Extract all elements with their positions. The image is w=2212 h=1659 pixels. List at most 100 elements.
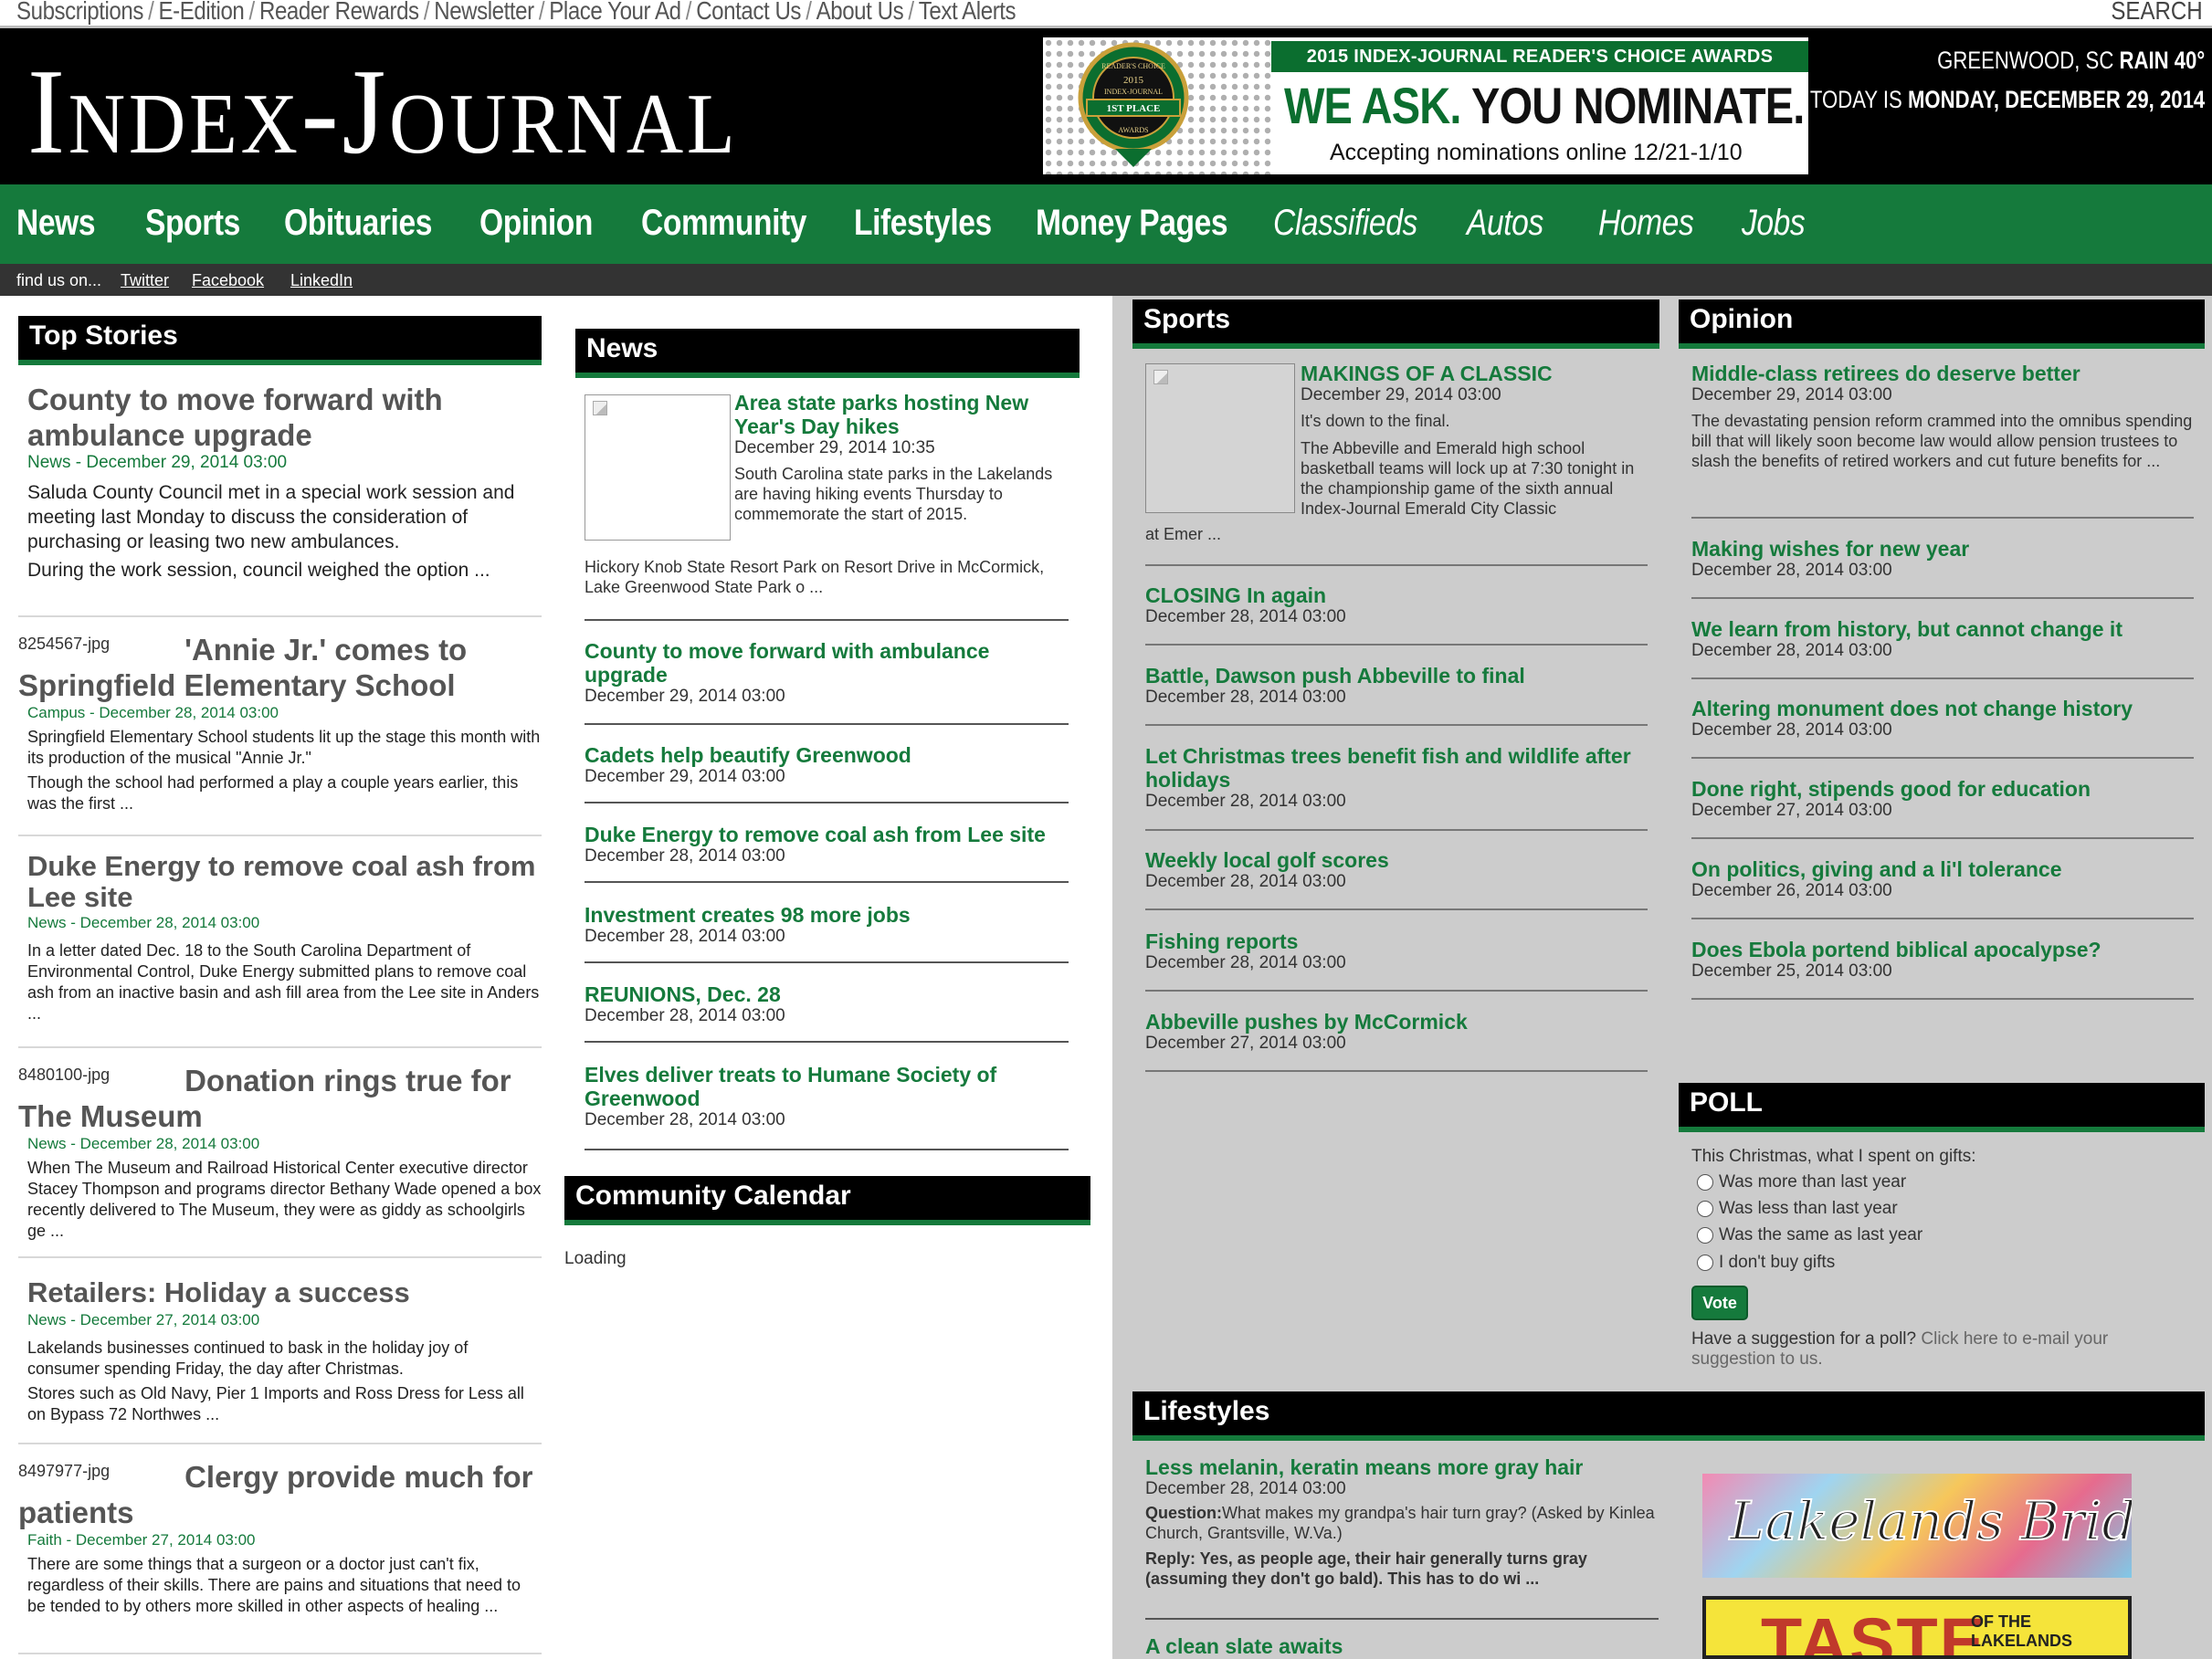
opinion-item-title[interactable]: Done right, stipends good for education — [1691, 777, 2194, 801]
lifestyles-lead-item[interactable]: Less melanin, keratin means more gray ha… — [1145, 1455, 1659, 1620]
util-link-reader-rewards[interactable]: Reader Rewards — [259, 0, 419, 25]
poll-option-label[interactable]: I don't buy gifts — [1719, 1253, 1835, 1272]
sports-list-item[interactable]: Fishing reports December 28, 2014 03:00 — [1145, 929, 1648, 992]
nav-classifieds[interactable]: Classifieds — [1273, 203, 1417, 244]
opinion-item-title[interactable]: On politics, giving and a li'l tolerance — [1691, 857, 2194, 881]
sports-lead-image[interactable] — [1145, 363, 1295, 513]
top-story-item[interactable]: 8497977-jpg Clergy provide much for patie… — [18, 1459, 542, 1654]
util-link-about[interactable]: About Us — [816, 0, 904, 25]
site-logo[interactable]: Index-Journal — [27, 43, 738, 180]
poll-option-label[interactable]: Was more than last year — [1719, 1172, 1906, 1192]
util-link-eedition[interactable]: E-Edition — [159, 0, 245, 25]
lifestyles-lead-title[interactable]: Less melanin, keratin means more gray ha… — [1145, 1455, 1659, 1479]
top-story-item[interactable]: County to move forward with ambulance up… — [18, 382, 542, 617]
sports-list-item[interactable]: Abbeville pushes by McCormick December 2… — [1145, 1010, 1648, 1072]
news-list-item[interactable]: Cadets help beautify Greenwood December … — [585, 743, 1069, 803]
top-story-title-line[interactable]: 8254567-jpg 'Annie Jr.' comes to Springfi… — [18, 632, 542, 703]
nav-obituaries[interactable]: Obituaries — [284, 203, 432, 244]
sports-list-item[interactable]: CLOSING In again December 28, 2014 03:00 — [1145, 583, 1648, 646]
news-list-item[interactable]: Investment creates 98 more jobs December… — [585, 903, 1069, 963]
taste-of-lakelands-ad[interactable]: TASTE OF THE LAKELANDS — [1702, 1596, 2132, 1659]
poll-option[interactable]: Was less than last year — [1697, 1199, 1898, 1219]
news-list-item[interactable]: County to move forward with ambulance up… — [585, 639, 1069, 725]
news-lead-image[interactable] — [585, 394, 731, 541]
opinion-list-item[interactable]: On politics, giving and a li'l tolerance… — [1691, 857, 2194, 919]
poll-radio[interactable] — [1697, 1200, 1713, 1217]
util-link-text-alerts[interactable]: Text Alerts — [919, 0, 1016, 25]
opinion-item-title[interactable]: Altering monument does not change histor… — [1691, 697, 2194, 720]
facebook-link[interactable]: Facebook — [192, 271, 264, 290]
nav-community[interactable]: Community — [641, 203, 806, 244]
opinion-list-item[interactable]: We learn from history, but cannot change… — [1691, 617, 2194, 679]
news-lead-title[interactable]: Area state parks hosting New Year's Day … — [734, 391, 1069, 438]
news-item-title[interactable]: Elves deliver treats to Humane Society o… — [585, 1063, 1069, 1110]
opinion-lead-item[interactable]: Middle-class retirees do deserve better … — [1691, 362, 2194, 519]
top-story-title[interactable]: Retailers: Holiday a success — [18, 1275, 542, 1310]
nav-money-pages[interactable]: Money Pages — [1036, 203, 1228, 244]
news-item-title[interactable]: County to move forward with ambulance up… — [585, 639, 1069, 687]
poll-option[interactable]: I don't buy gifts — [1697, 1253, 1835, 1273]
nav-homes[interactable]: Homes — [1598, 203, 1694, 244]
util-link-place-ad[interactable]: Place Your Ad — [549, 0, 681, 25]
nav-news[interactable]: News — [16, 203, 96, 244]
twitter-link[interactable]: Twitter — [121, 271, 169, 290]
opinion-list-item[interactable]: Making wishes for new year December 28, … — [1691, 537, 2194, 599]
sports-item-title[interactable]: Battle, Dawson push Abbeville to final — [1145, 664, 1648, 688]
sports-item-title[interactable]: Weekly local golf scores — [1145, 848, 1648, 872]
top-story-title-line[interactable]: 8497977-jpg Clergy provide much for patie… — [18, 1459, 542, 1530]
poll-option-label[interactable]: Was less than last year — [1719, 1199, 1898, 1218]
opinion-item-title[interactable]: We learn from history, but cannot change… — [1691, 617, 2194, 641]
opinion-item-title[interactable]: Making wishes for new year — [1691, 537, 2194, 561]
sports-lead-item[interactable]: MAKINGS OF A CLASSIC December 29, 2014 0… — [1145, 362, 1648, 566]
top-story-item[interactable]: 8480100-jpg Donation rings true for The M… — [18, 1063, 542, 1258]
sports-list-item[interactable]: Let Christmas trees benefit fish and wil… — [1145, 744, 1648, 831]
news-list-item[interactable]: Elves deliver treats to Humane Society o… — [585, 1063, 1069, 1150]
nav-jobs[interactable]: Jobs — [1742, 203, 1806, 244]
opinion-item-title[interactable]: Does Ebola portend biblical apocalypse? — [1691, 938, 2194, 961]
news-item-title[interactable]: REUNIONS, Dec. 28 — [585, 982, 1069, 1006]
sports-list-item[interactable]: Battle, Dawson push Abbeville to final D… — [1145, 664, 1648, 726]
opinion-lead-title[interactable]: Middle-class retirees do deserve better — [1691, 362, 2194, 385]
poll-option[interactable]: Was more than last year — [1697, 1172, 1906, 1192]
weather-location: GREENWOOD, SC — [1936, 47, 2114, 74]
nav-autos[interactable]: Autos — [1467, 203, 1543, 244]
sports-item-title[interactable]: CLOSING In again — [1145, 583, 1648, 607]
search-link[interactable]: SEARCH — [2112, 0, 2203, 26]
linkedin-link[interactable]: LinkedIn — [290, 271, 353, 290]
poll-option-label[interactable]: Was the same as last year — [1719, 1225, 1922, 1244]
opinion-list-item[interactable]: Altering monument does not change histor… — [1691, 697, 2194, 759]
util-link-newsletter[interactable]: Newsletter — [434, 0, 534, 25]
top-story-item[interactable]: Duke Energy to remove coal ash from Lee … — [18, 851, 542, 1048]
sports-list-item[interactable]: Weekly local golf scores December 28, 20… — [1145, 848, 1648, 910]
sports-item-title[interactable]: Fishing reports — [1145, 929, 1648, 953]
readers-choice-banner-ad[interactable]: READER'S CHOICE 2015 INDEX-JOURNAL 1ST P… — [1043, 37, 1808, 174]
news-lead-item[interactable]: Area state parks hosting New Year's Day … — [585, 387, 1069, 621]
sports-lead-title[interactable]: MAKINGS OF A CLASSIC — [1301, 362, 1648, 385]
nav-opinion[interactable]: Opinion — [479, 203, 593, 244]
lifestyles-next-title[interactable]: A clean slate awaits — [1145, 1634, 1343, 1658]
lakelands-bride-ad[interactable]: Lakelands Bride — [1702, 1474, 2132, 1578]
vote-button[interactable]: Vote — [1691, 1286, 1748, 1320]
poll-option[interactable]: Was the same as last year — [1697, 1225, 1922, 1245]
util-link-subscriptions[interactable]: Subscriptions — [16, 0, 143, 25]
top-story-title[interactable]: Duke Energy to remove coal ash from Lee … — [18, 851, 542, 913]
poll-radio[interactable] — [1697, 1173, 1713, 1191]
poll-radio[interactable] — [1697, 1254, 1713, 1271]
nav-sports[interactable]: Sports — [145, 203, 240, 244]
sports-item-title[interactable]: Abbeville pushes by McCormick — [1145, 1010, 1648, 1034]
top-story-title-line[interactable]: 8480100-jpg Donation rings true for The M… — [18, 1063, 542, 1134]
news-item-title[interactable]: Duke Energy to remove coal ash from Lee … — [585, 823, 1069, 846]
top-story-title[interactable]: County to move forward with ambulance up… — [18, 382, 542, 453]
top-story-item[interactable]: Retailers: Holiday a success News - Dece… — [18, 1275, 542, 1444]
news-item-title[interactable]: Investment creates 98 more jobs — [585, 903, 1069, 927]
nav-lifestyles[interactable]: Lifestyles — [854, 203, 992, 244]
news-list-item[interactable]: Duke Energy to remove coal ash from Lee … — [585, 823, 1069, 883]
news-list-item[interactable]: REUNIONS, Dec. 28 December 28, 2014 03:0… — [585, 982, 1069, 1043]
opinion-list-item[interactable]: Done right, stipends good for education … — [1691, 777, 2194, 839]
top-story-item[interactable]: 8254567-jpg 'Annie Jr.' comes to Springfi… — [18, 632, 542, 836]
news-item-title[interactable]: Cadets help beautify Greenwood — [585, 743, 1069, 767]
util-link-contact[interactable]: Contact Us — [696, 0, 801, 25]
sports-item-title[interactable]: Let Christmas trees benefit fish and wil… — [1145, 744, 1648, 792]
opinion-list-item[interactable]: Does Ebola portend biblical apocalypse? … — [1691, 938, 2194, 1000]
poll-radio[interactable] — [1697, 1226, 1713, 1244]
